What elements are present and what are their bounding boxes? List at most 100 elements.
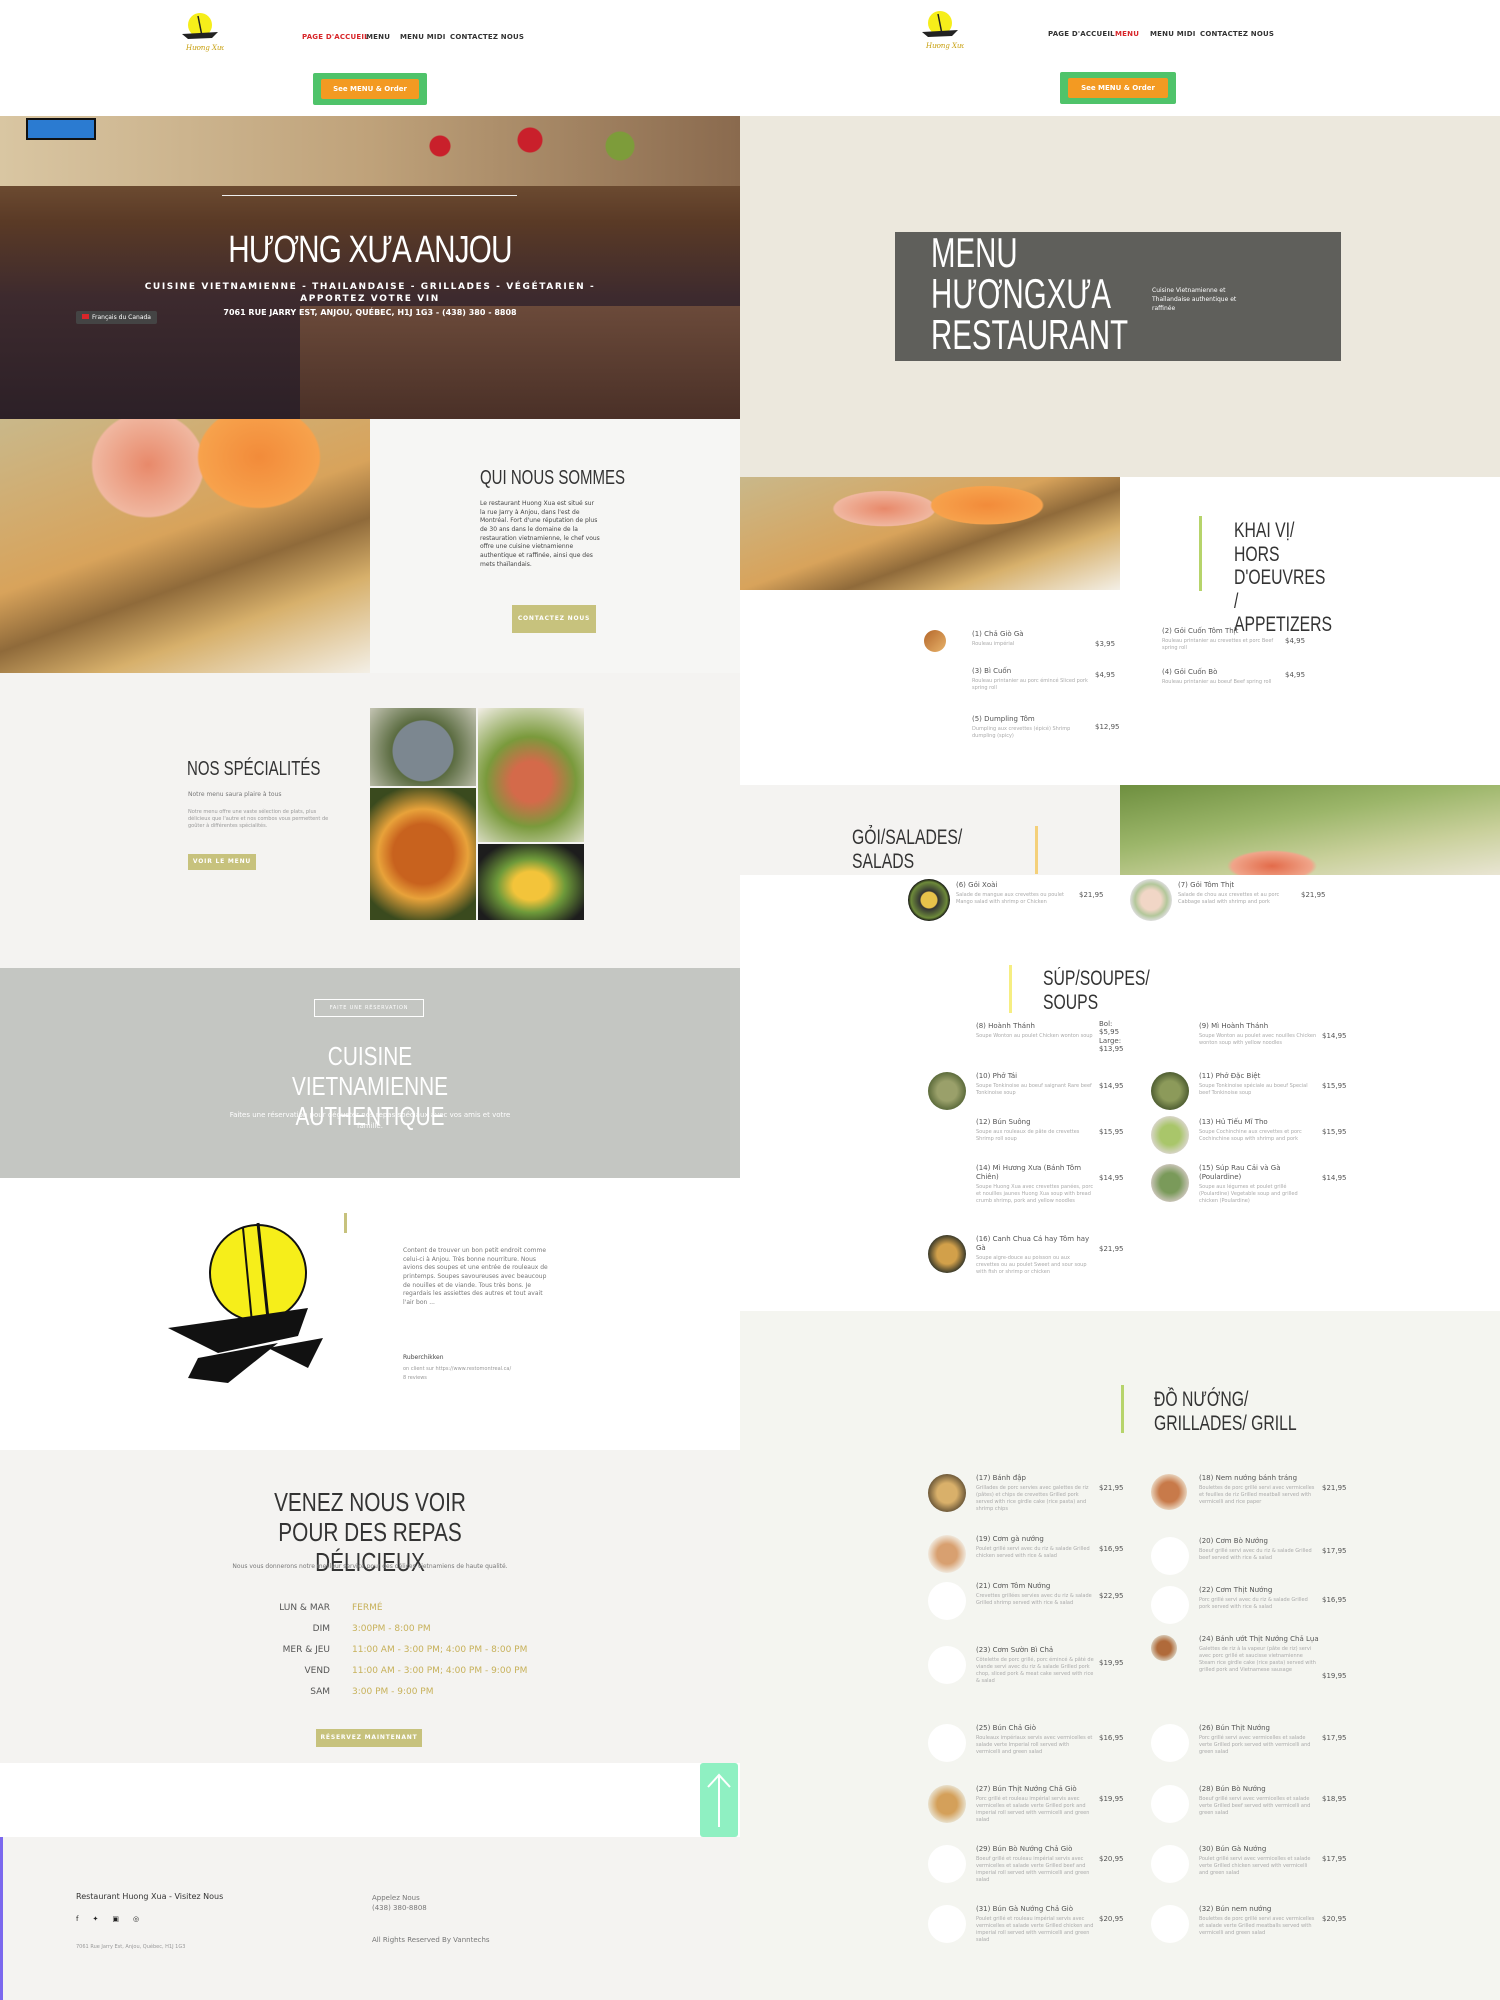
menu-item[interactable]: (28) Bún Bò Nướng Boeuf grillé servi avec… <box>1151 1785 1424 1823</box>
menu-item[interactable]: (16) Canh Chua Cá hay Tôm hay Gà Soupe ai… <box>928 1235 1201 1276</box>
menu-item[interactable]: (11) Phở Đặc Biệt Soupe Tonkinoise spécia… <box>1151 1072 1424 1110</box>
menu-item[interactable]: (13) Hủ Tiếu Mĩ Tho Soupe Cochinchine aux… <box>1151 1116 1424 1154</box>
dish-photo-2 <box>478 708 584 842</box>
hours-text: Nous vous donnerons notre meilleur servi… <box>232 1563 508 1570</box>
menu-item[interactable]: (30) Bún Gà Nướng Poulet grillé servi ave… <box>1151 1845 1424 1883</box>
menu-item-name: (13) Hủ Tiếu Mĩ Tho <box>1199 1118 1268 1126</box>
order-button[interactable]: See MENU & Order <box>1068 78 1168 98</box>
menu-item-price: $21,95 <box>1301 891 1326 899</box>
view-menu-button[interactable]: VOIR LE MENU <box>188 854 256 870</box>
nav-home[interactable]: PAGE D'ACCUEIL <box>1048 30 1115 38</box>
menu-item-name: (5) Dumpling Tôm <box>972 715 1035 723</box>
menu-item-description: Grillades de porc servies avec galettes … <box>976 1485 1089 1513</box>
menu-item[interactable]: (22) Cơm Thịt Nướng Porc grillé servi ave… <box>1151 1586 1424 1624</box>
menu-item-name: (22) Cơm Thịt Nướng <box>1199 1586 1273 1594</box>
soups-accent-bar <box>1009 965 1012 1013</box>
menu-item-description: Soupe aigre-douce au poisson ou aux crev… <box>976 1255 1087 1276</box>
dish-thumbnail <box>1151 1072 1189 1110</box>
hero-subtitle: CUISINE VIETNAMIENNE - THAILANDAISE - GR… <box>144 282 596 304</box>
contact-button[interactable]: CONTACTEZ NOUS <box>512 605 596 633</box>
footer-phone[interactable]: (438) 380-8808 <box>372 1904 427 1912</box>
dish-photo-4 <box>478 844 584 920</box>
menu-item[interactable]: (32) Bún nem nướng Boulettes de porc gril… <box>1151 1905 1424 1943</box>
menu-item[interactable]: (5) Dumpling Tôm Dumpling aux crevettes (… <box>972 715 1197 740</box>
dish-thumbnail <box>1151 1724 1189 1762</box>
arrow-up-icon <box>707 1773 731 1827</box>
language-switcher[interactable]: Français du Canada <box>76 311 157 324</box>
menu-item-name: (16) Canh Chua Cá hay Tôm hay Gà <box>976 1235 1090 1253</box>
menu-item-name: (15) Súp Rau Cải và Gà (Poulardine) <box>1199 1164 1281 1182</box>
logo[interactable]: Hương Xưa <box>178 8 226 54</box>
reservation-badge[interactable]: FAITE UNE RÉSERVATION <box>314 999 424 1017</box>
hero-flowers <box>380 116 680 176</box>
nav-menu-midi[interactable]: MENU MIDI <box>1150 30 1196 38</box>
nav-home[interactable]: PAGE D'ACCUEIL <box>302 33 369 41</box>
reservation-text: Faites une réservation pour déguster nos… <box>229 1111 511 1130</box>
menu-item-description: Galettes de riz à la vapeur (pâte de riz… <box>1199 1646 1316 1674</box>
menu-item[interactable]: (2) Gỏi Cuốn Tôm Thịt Rouleau printanier … <box>1162 627 1387 652</box>
menu-item-description: Boeuf grillé servi avec du riz & salade … <box>1199 1548 1312 1562</box>
menu-item-name: (21) Cơm Tôm Nướng <box>976 1582 1051 1590</box>
soups-title: SÚP/SOUPES/ SOUPS <box>1043 967 1150 1014</box>
menu-item[interactable]: (20) Cơm Bò Nướng Boeuf grillé servi avec… <box>1151 1537 1424 1575</box>
menu-hero-box: MENU HƯƠNGXƯA RESTAURANT Cuisine Vietnam… <box>895 232 1341 361</box>
dish-thumbnail <box>1151 1537 1189 1575</box>
menu-item-price: $21,95 <box>1322 1484 1347 1492</box>
specialites-title: NOS SPÉCIALITÉS <box>187 758 321 780</box>
menu-item-price: $18,95 <box>1322 1795 1347 1803</box>
nav-contact[interactable]: CONTACTEZ NOUS <box>450 33 524 41</box>
menu-item-price: $21,95 <box>1099 1245 1124 1253</box>
menu-item[interactable]: (8) Hoành Thánh Soupe Wonton au poulet Ch… <box>976 1020 1201 1053</box>
about-panel: QUI NOUS SOMMES Le restaurant Huong Xua … <box>370 419 740 673</box>
menu-item[interactable]: (24) Bánh ướt Thịt Nướng Chả Lụa Galettes… <box>1151 1635 1424 1680</box>
menu-item-description: Dumpling aux crevettes (épicé) Shrimp du… <box>972 726 1071 740</box>
menu-item-description: Crevettes grillées servies avec du riz &… <box>976 1593 1092 1607</box>
menu-item-description: Boeuf grillé et rouleau impérial servis … <box>976 1856 1090 1884</box>
scroll-top-button[interactable] <box>700 1763 738 1837</box>
dish-thumbnail <box>928 1582 966 1620</box>
review-section: Content de trouver un bon petit endroit … <box>0 1178 740 1450</box>
hours-time: 3:00PM - 8:00 PM <box>352 1624 431 1634</box>
dish-thumbnail <box>908 879 950 921</box>
menu-item[interactable]: (9) Mì Hoành Thánh Soupe Wonton au poulet… <box>1199 1022 1424 1047</box>
nav-menu[interactable]: MENU <box>366 33 390 41</box>
menu-item-description: Soupe Wonton au poulet avec nouilles Chi… <box>1199 1033 1317 1047</box>
menu-item[interactable]: (15) Súp Rau Cải và Gà (Poulardine) Soupe… <box>1151 1164 1424 1205</box>
instagram-icon[interactable]: ◎ <box>133 1915 139 1923</box>
about-image <box>0 419 370 673</box>
menu-item[interactable]: (18) Nem nướng bánh tráng Boulettes de po… <box>1151 1474 1424 1510</box>
dish-thumbnail <box>928 1072 966 1110</box>
menu-item-name: (29) Bún Bò Nướng Chả Giò <box>976 1845 1073 1853</box>
menu-item-price: $17,95 <box>1322 1855 1347 1863</box>
menu-item-price: $20,95 <box>1099 1855 1124 1863</box>
menu-item-description: Rouleau printanier au porc émincé Sliced… <box>972 678 1088 692</box>
svg-text:Hương Xưa: Hương Xưa <box>925 42 964 50</box>
menu-item[interactable]: (7) Gỏi Tôm Thịt Salade de chou aux creve… <box>1130 879 1403 921</box>
facebook-icon[interactable]: f <box>76 1915 78 1923</box>
nav-menu-midi[interactable]: MENU MIDI <box>400 33 446 41</box>
menu-item-description: Poulet grillé et rouleau impérial servis… <box>976 1916 1094 1944</box>
menu-item-price: $17,95 <box>1322 1547 1347 1555</box>
menu-item-price: $16,95 <box>1099 1545 1124 1553</box>
menu-item-description: Rouleaux impériaux servis avec vermicell… <box>976 1735 1093 1756</box>
nav-contact[interactable]: CONTACTEZ NOUS <box>1200 30 1274 38</box>
menu-item-price: $14,95 <box>1099 1082 1124 1090</box>
menu-item-price: $12,95 <box>1095 723 1120 731</box>
menu-hero-title-3: RESTAURANT <box>931 311 1129 358</box>
twitter-icon[interactable]: ✦ <box>92 1915 98 1923</box>
menu-item[interactable]: (4) Gỏi Cuốn Bò Rouleau printanier au boe… <box>1162 668 1387 686</box>
hours-day: SAM <box>310 1687 330 1697</box>
order-button[interactable]: See MENU & Order <box>321 79 419 99</box>
hours-section: VENEZ NOUS VOIR POUR DES REPAS DÉLICIEUX… <box>0 1450 740 1763</box>
menu-item[interactable]: (26) Bún Thịt Nướng Porc grillé servi ave… <box>1151 1724 1424 1762</box>
nav-menu[interactable]: MENU <box>1115 30 1139 38</box>
menu-item-price: $16,95 <box>1322 1596 1347 1604</box>
reserve-now-button[interactable]: RÉSERVEZ MAINTENANT <box>316 1729 422 1747</box>
review-source[interactable]: on client sur https://www.restomontreal.… <box>403 1366 511 1373</box>
review-author: Ruberchikken <box>403 1354 444 1361</box>
menu-item-price: $14,95 <box>1322 1032 1347 1040</box>
logo[interactable]: Hương Xưa <box>918 6 966 52</box>
linkedin-icon[interactable]: ▣ <box>112 1915 119 1923</box>
hours-time: 3:00 PM - 9:00 PM <box>352 1687 434 1697</box>
menu-item-description: Soupe Cochinchine aux crevettes et porc … <box>1199 1129 1302 1143</box>
